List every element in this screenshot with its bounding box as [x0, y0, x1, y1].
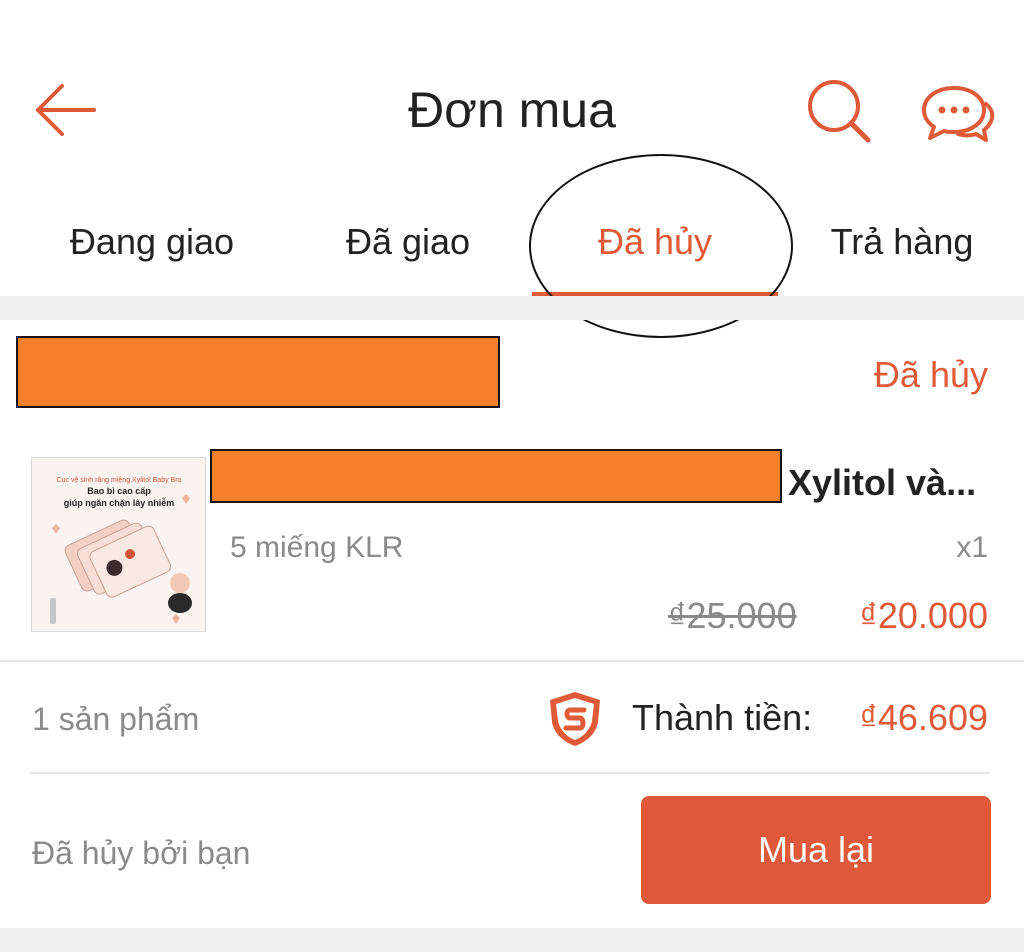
- total-amount: ₫46.609: [859, 697, 988, 738]
- search-icon: [808, 80, 871, 143]
- product-image-line2: Bao bì cao cấp: [87, 486, 151, 496]
- product-image-line3: giúp ngăn chặn lây nhiễm: [64, 498, 175, 508]
- sale-price: ₫20.000: [859, 595, 988, 636]
- product-variant: 5 miếng KLR: [230, 531, 404, 564]
- product-quantity: x1: [956, 531, 988, 564]
- tab-tra-hang[interactable]: Trả hàng: [804, 196, 1000, 296]
- card-divider: [0, 660, 1024, 662]
- buy-again-button[interactable]: Mua lại: [641, 796, 991, 904]
- shield-s-icon: [544, 688, 606, 750]
- section-divider: [0, 296, 1024, 320]
- chat-bubbles-icon: [922, 86, 995, 142]
- tab-da-huy[interactable]: Đã hủy: [532, 196, 778, 296]
- product-name[interactable]: Xylitol và...: [788, 458, 976, 508]
- product-thumbnail[interactable]: Cục vệ sinh răng miệng Xylitol Baby Bro …: [31, 457, 206, 632]
- cancel-reason: Đã hủy bởi bạn: [32, 835, 251, 871]
- summary-divider: [30, 772, 990, 774]
- total-label: Thành tiền:: [632, 697, 813, 738]
- redacted-shop-name: [16, 336, 500, 408]
- item-count: 1 sản phẩm: [32, 701, 200, 737]
- bottom-band: [0, 928, 1024, 952]
- original-price: ₫25.000: [668, 595, 797, 636]
- tab-dang-giao[interactable]: Đang giao: [32, 196, 272, 296]
- chat-button[interactable]: [920, 82, 996, 146]
- search-button[interactable]: [804, 76, 874, 146]
- order-tabs: Đang giao Đã giao Đã hủy Trả hàng: [0, 196, 1024, 296]
- tab-da-giao[interactable]: Đã giao: [290, 196, 526, 296]
- redacted-product-name: [210, 449, 782, 503]
- order-status: Đã hủy: [873, 354, 988, 395]
- product-image-line1: Cục vệ sinh răng miệng Xylitol Baby Bro: [57, 477, 182, 484]
